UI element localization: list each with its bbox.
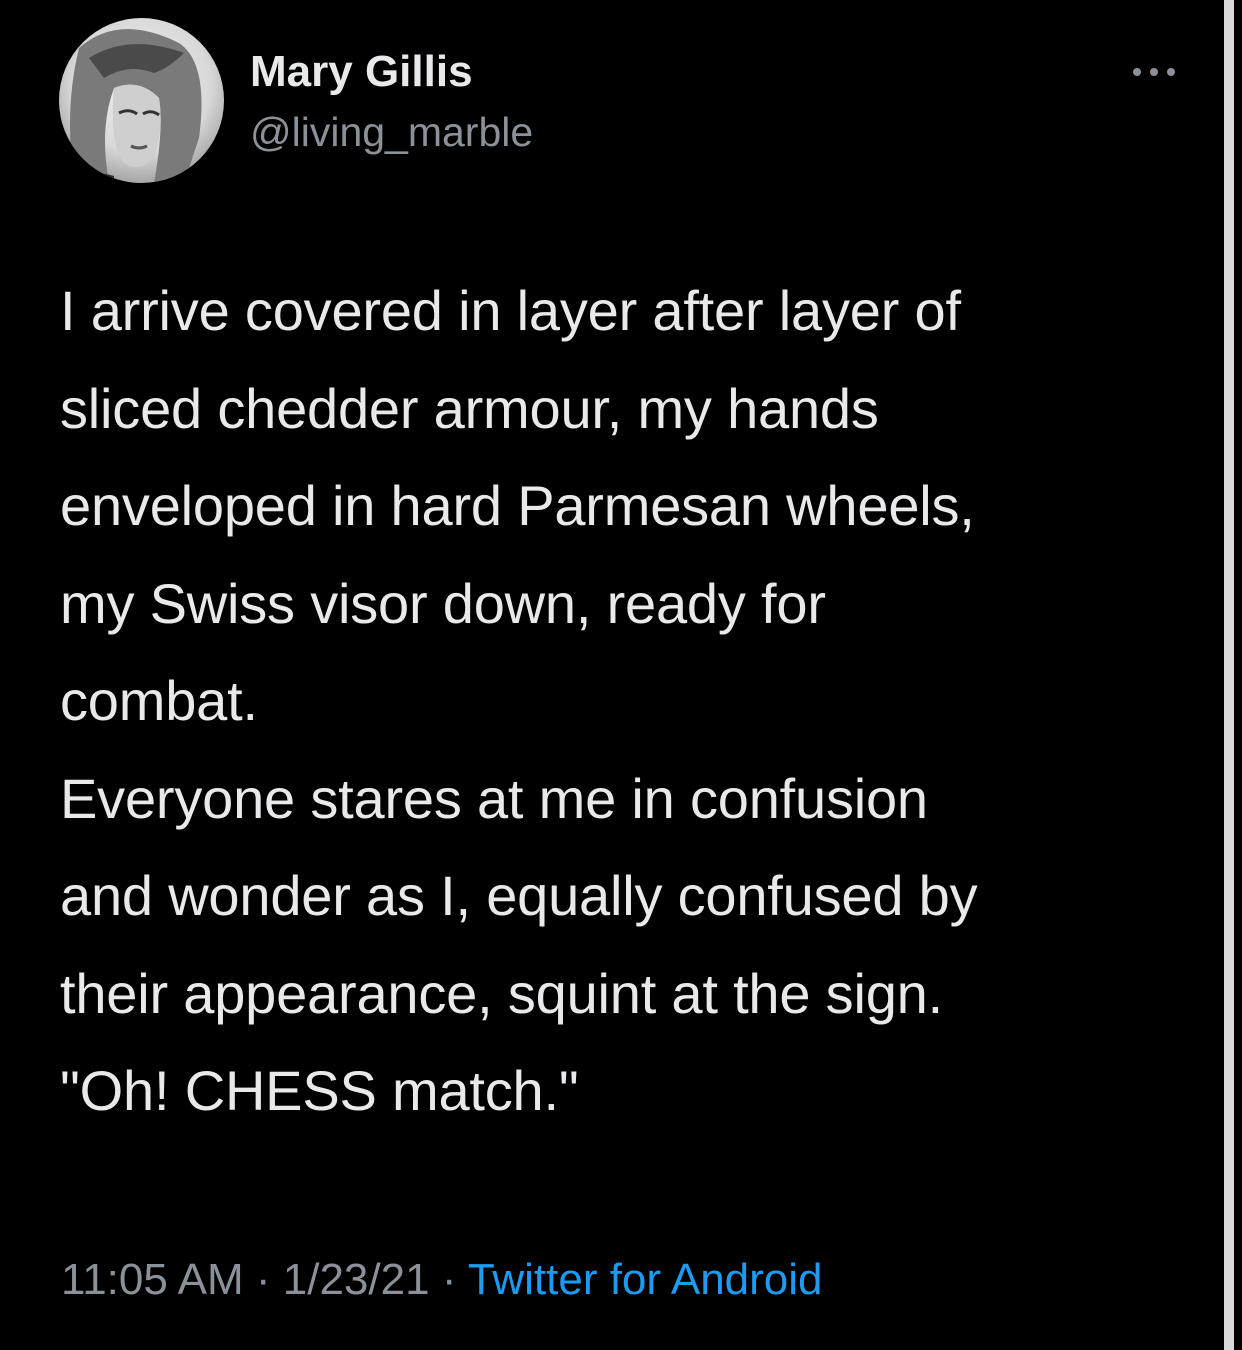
- more-button[interactable]: [1128, 52, 1184, 92]
- tweet-paragraph: Everyone stares at me in confusion and w…: [60, 750, 1190, 1043]
- tweet-line: "Oh! CHESS match.": [60, 1059, 579, 1122]
- tweet: Mary Gillis @living_marble I arrive cove…: [0, 0, 1222, 1350]
- scrollbar-thumb[interactable]: [1224, 0, 1234, 1350]
- tweet-text: I arrive covered in layer after layer of…: [60, 262, 1190, 1140]
- tweet-date[interactable]: 1/23/21: [283, 1255, 430, 1304]
- tweet-source-link[interactable]: Twitter for Android: [468, 1255, 823, 1304]
- tweet-time[interactable]: 11:05 AM: [61, 1255, 244, 1304]
- tweet-paragraph: I arrive covered in layer after layer of…: [60, 262, 1190, 750]
- avatar[interactable]: [59, 18, 224, 183]
- meta-separator: ·: [255, 1255, 271, 1304]
- author-handle[interactable]: @living_marble: [250, 104, 533, 160]
- tweet-line: sliced chedder armour, my hands: [60, 376, 879, 440]
- author-name[interactable]: Mary Gillis: [250, 44, 473, 100]
- meta-separator: ·: [441, 1255, 457, 1304]
- tweet-line: Everyone stares at me in confusion: [60, 766, 928, 830]
- tweet-line: I arrive covered in layer after layer of: [60, 279, 961, 342]
- tweet-line: their appearance, squint at the sign.: [60, 961, 943, 1025]
- tweet-line: and wonder as I, equally confused by: [60, 864, 978, 927]
- more-horizontal-icon: [1133, 68, 1175, 76]
- tweet-meta: 11:05 AM · 1/23/21 · Twitter for Android: [61, 1252, 823, 1308]
- tweet-line: my Swiss visor down, ready for: [60, 571, 826, 635]
- tweet-line: combat.: [60, 669, 258, 732]
- tweet-paragraph: "Oh! CHESS match.": [60, 1042, 1190, 1140]
- profile-photo-icon: [59, 18, 224, 183]
- tweet-line: enveloped in hard Parmesan wheels,: [60, 474, 975, 537]
